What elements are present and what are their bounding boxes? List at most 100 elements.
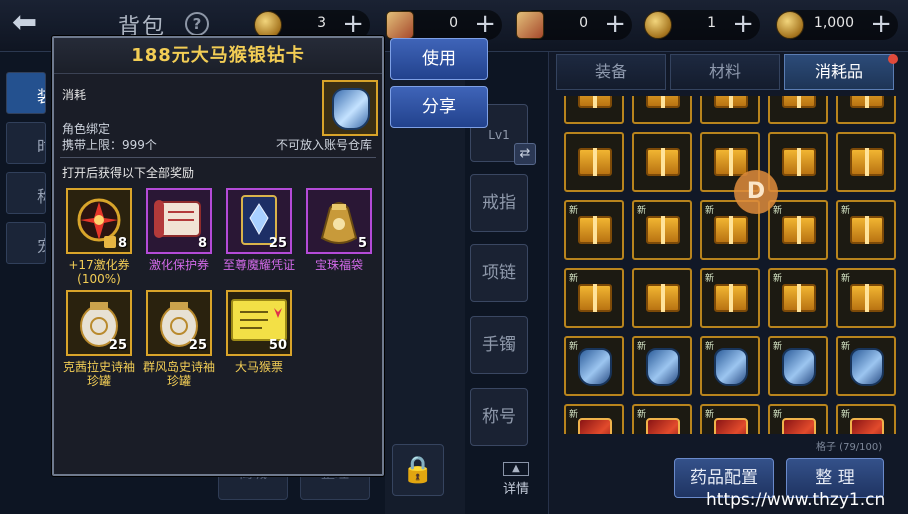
plus-icon[interactable]: + [342,10,364,38]
gift-box-icon [850,284,884,312]
item-name: 188元大马猴银钻卡 [54,38,382,74]
tab-consumables[interactable]: 消耗品 [784,54,894,90]
inventory-slot[interactable] [632,268,692,328]
gift-box-icon [646,284,680,312]
item-armor-icon [322,80,378,136]
left-tab-equip[interactable]: 装 [6,72,46,114]
gold-coin-icon [776,11,804,39]
currency-1: 0 + [386,10,502,40]
reward-card[interactable]: 25 [226,188,292,254]
reward-count: 25 [108,338,127,353]
new-badge: 新 [637,206,647,216]
bracelet-slot[interactable]: 手镯 [470,316,528,374]
new-badge: 新 [637,410,647,420]
inventory-slot[interactable] [632,132,692,192]
inventory-slot[interactable]: 新 [768,336,828,396]
gift-box-icon [646,148,680,176]
inventory-slot[interactable]: 新 [700,336,760,396]
item-carry-limit: 携带上限：999个 [62,138,157,152]
gift-box-icon [782,148,816,176]
inventory-slot[interactable] [700,96,760,124]
inventory-slot[interactable] [836,132,896,192]
inventory-slot[interactable]: 新 [564,336,624,396]
inventory-slot[interactable]: 新 [836,336,896,396]
tab-equipment[interactable]: 装备 [556,54,666,90]
watermark: https://www.thzy1.cn [706,490,886,510]
inventory-slot[interactable]: 新 [768,268,828,328]
left-tab-title[interactable]: 称 [6,172,46,214]
new-badge: 新 [705,410,715,420]
new-badge: 新 [773,274,783,284]
currency-2: 0 + [516,10,632,40]
back-arrow-icon: ⬅ [12,5,38,40]
plus-icon[interactable]: + [732,10,754,38]
reward-protect-scroll[interactable]: 8 [146,188,212,254]
inventory-slot[interactable] [564,132,624,192]
inventory-slot[interactable]: 新 [564,200,624,260]
reward-count: 8 [117,236,127,251]
scroll-icon [386,11,414,39]
inventory-slot[interactable]: 新 [768,404,828,434]
divider [60,157,376,158]
rewards-header: 打开后获得以下全部奖励 [62,166,195,180]
tab-materials[interactable]: 材料 [670,54,780,90]
inventory-slot[interactable] [564,96,624,124]
reward-enhance-ticket[interactable]: 8 [66,188,132,254]
reward-lucky-bag[interactable]: 5 [306,188,372,254]
inventory-slot[interactable] [768,96,828,124]
left-tab-fashion[interactable]: 时 [6,122,46,164]
reward-jar-1[interactable]: 25 [66,290,132,356]
lock-icon [104,236,116,248]
inventory-slot[interactable]: 新 [700,268,760,328]
reward-count: 8 [197,236,207,251]
details-button[interactable]: ▲ 详情 [492,462,540,502]
reward-jar-2[interactable]: 25 [146,290,212,356]
inventory-slot[interactable]: 新 [836,200,896,260]
reward-label: 克茜拉史诗袖珍罐 [62,360,135,388]
gift-box-icon [646,216,680,244]
gift-box-icon [850,96,884,108]
plus-icon[interactable]: + [474,10,496,38]
new-badge: 新 [841,274,851,284]
gift-box-icon [646,96,680,108]
reward-label: 大马猴票 [234,360,283,374]
reward-count: 5 [357,236,367,251]
left-tab-pet[interactable]: 宠 [6,222,46,264]
inventory-slot[interactable]: 新 [768,200,828,260]
inventory-slot[interactable]: 新 [836,404,896,434]
swap-icon[interactable]: ⇄ [514,143,536,165]
red-chest-icon [578,418,612,434]
share-button[interactable]: 分享 [390,86,488,128]
ring-slot[interactable]: 戒指 [470,174,528,232]
armor-icon [646,348,680,386]
new-badge: 新 [705,274,715,284]
inventory-slot[interactable]: 新 [700,404,760,434]
inventory-slot[interactable]: 新 [564,268,624,328]
inventory-slot[interactable]: 新 [632,404,692,434]
d-badge[interactable]: D [734,170,778,214]
inventory-slot[interactable]: 新 [632,336,692,396]
new-badge: 新 [569,410,579,420]
necklace-slot[interactable]: 项链 [470,244,528,302]
help-icon[interactable]: ? [185,12,209,36]
reward-ticket[interactable]: 50 [226,290,292,356]
inventory-slot[interactable]: 新 [564,404,624,434]
new-badge: 新 [569,342,579,352]
inventory-slot[interactable] [768,132,828,192]
inventory-slot[interactable] [836,96,896,124]
currency-amount: 0 [449,15,458,31]
plus-icon[interactable]: + [870,10,892,38]
use-button[interactable]: 使用 [390,38,488,80]
reward-count: 25 [268,236,287,251]
inventory-slot[interactable]: 新 [632,200,692,260]
gift-box-icon [578,148,612,176]
currency-amount: 1 [707,15,716,31]
plus-icon[interactable]: + [604,10,626,38]
currency-3: 1 + [644,10,760,40]
details-label: 详情 [502,482,529,497]
inventory-slot[interactable]: 新 [836,268,896,328]
title-slot[interactable]: 称号 [470,388,528,446]
armor-icon [578,348,612,386]
capacity-label: 格子 (79/100) [816,442,883,453]
inventory-slot[interactable] [632,96,692,124]
